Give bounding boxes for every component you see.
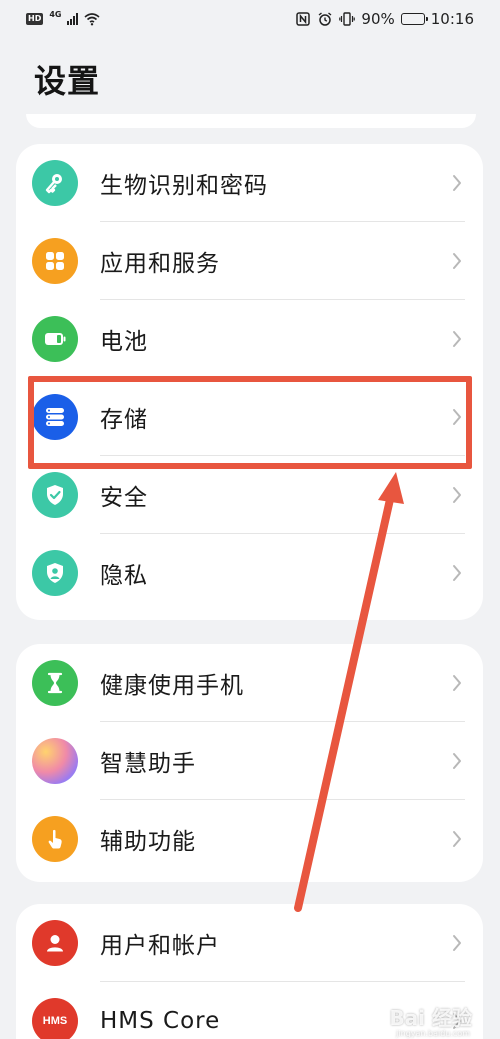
setting-label: 隐私	[100, 563, 148, 589]
network-type: 4G	[49, 9, 62, 19]
battery-icon	[400, 13, 428, 25]
settings-group-1: 生物识别和密码 应用和服务 电池 存储 安全 隐私	[16, 144, 483, 620]
hd-badge: HD	[26, 13, 44, 25]
chevron-right-icon	[453, 409, 461, 425]
setting-users-accounts[interactable]: 用户和帐户	[16, 904, 483, 982]
hourglass-icon	[32, 660, 78, 706]
battery-icon	[32, 316, 78, 362]
storage-icon	[32, 394, 78, 440]
setting-apps-services[interactable]: 应用和服务	[16, 222, 483, 300]
settings-group-2: 健康使用手机 智慧助手 辅助功能	[16, 644, 483, 882]
setting-label: HMS Core	[100, 1008, 221, 1034]
apps-icon	[32, 238, 78, 284]
chevron-right-icon	[453, 831, 461, 847]
chevron-right-icon	[453, 565, 461, 581]
page-title: 设置	[34, 62, 101, 100]
setting-label: 存储	[100, 407, 148, 433]
user-icon	[32, 920, 78, 966]
watermark: Bai 经验	[389, 1006, 472, 1030]
privacy-icon	[32, 550, 78, 596]
setting-security[interactable]: 安全	[16, 456, 483, 534]
setting-label: 电池	[100, 329, 148, 355]
assistant-icon	[32, 738, 78, 784]
battery-percent: 90%	[361, 10, 395, 28]
vibrate-icon	[339, 12, 356, 26]
shield-check-icon	[32, 472, 78, 518]
setting-privacy[interactable]: 隐私	[16, 534, 483, 612]
nfc-icon	[296, 12, 311, 26]
setting-label: 用户和帐户	[100, 933, 220, 959]
chevron-right-icon	[453, 175, 461, 191]
setting-accessibility[interactable]: 辅助功能	[16, 800, 483, 878]
signal-icon	[67, 13, 79, 25]
setting-digital-balance[interactable]: 健康使用手机	[16, 644, 483, 722]
chevron-right-icon	[453, 675, 461, 691]
status-left: HD 4G	[26, 9, 101, 26]
hand-icon	[32, 816, 78, 862]
setting-biometrics[interactable]: 生物识别和密码	[16, 144, 483, 222]
collapsed-search-card	[26, 114, 476, 128]
status-right: 90% 10:16	[295, 10, 474, 28]
setting-label: 安全	[100, 485, 148, 511]
clock: 10:16	[430, 10, 474, 28]
alarm-icon	[318, 12, 332, 26]
chevron-right-icon	[453, 753, 461, 769]
setting-label: 智慧助手	[100, 751, 196, 777]
watermark-url: jingyan.baidu.com	[396, 1029, 470, 1038]
setting-label: 健康使用手机	[100, 673, 244, 699]
chevron-right-icon	[453, 331, 461, 347]
setting-label: 应用和服务	[100, 251, 220, 277]
chevron-right-icon	[453, 487, 461, 503]
setting-label: 辅助功能	[100, 829, 196, 855]
setting-assistant[interactable]: 智慧助手	[16, 722, 483, 800]
wifi-icon	[84, 13, 101, 26]
hms-icon-text: HMS	[42, 1015, 68, 1027]
setting-battery[interactable]: 电池	[16, 300, 483, 378]
status-bar: HD 4G 90% 10:16	[0, 0, 500, 38]
chevron-right-icon	[453, 253, 461, 269]
hms-icon: HMS	[32, 998, 78, 1039]
key-icon	[32, 160, 78, 206]
setting-label: 生物识别和密码	[100, 173, 268, 199]
setting-storage[interactable]: 存储	[16, 378, 483, 456]
chevron-right-icon	[453, 935, 461, 951]
